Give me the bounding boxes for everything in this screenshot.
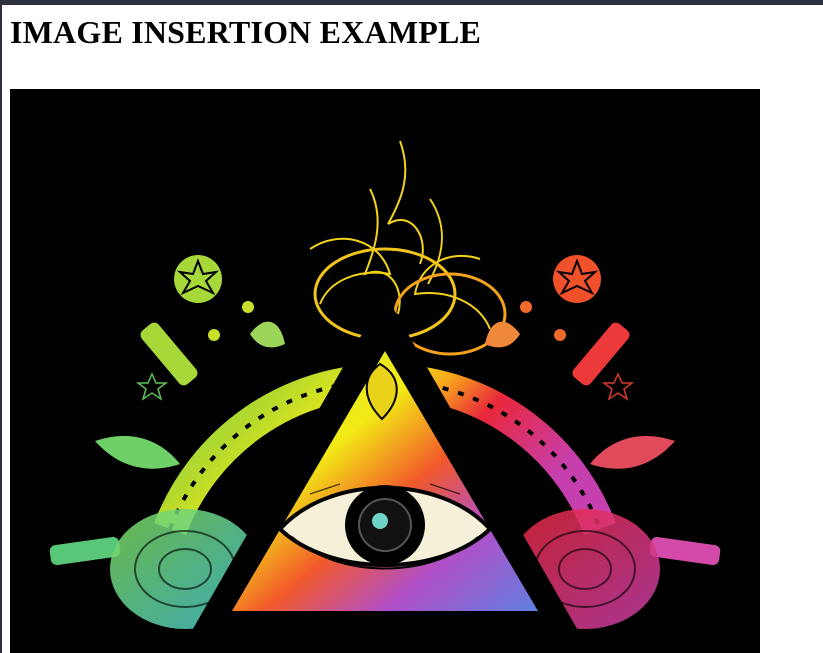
leaf-right [590, 435, 675, 469]
inserted-image [10, 89, 760, 653]
star-small-left [135, 372, 169, 401]
sun-small-2 [208, 329, 220, 341]
star-circle-right [553, 255, 601, 303]
star-circle-left [174, 255, 222, 303]
rose-crown [309, 140, 491, 330]
sun-small-4 [554, 329, 566, 341]
window-left-border [0, 5, 2, 653]
leaf-top-right [485, 321, 520, 348]
eye-triangle-illustration [49, 140, 721, 634]
browser-top-border [0, 0, 823, 5]
leaf-top-left [250, 321, 285, 348]
sun-small-1 [242, 301, 254, 313]
star-small-right [601, 372, 635, 401]
leaf-left [95, 435, 180, 469]
sun-small-3 [520, 301, 532, 313]
page-heading: IMAGE INSERTION EXAMPLE [10, 14, 482, 50]
